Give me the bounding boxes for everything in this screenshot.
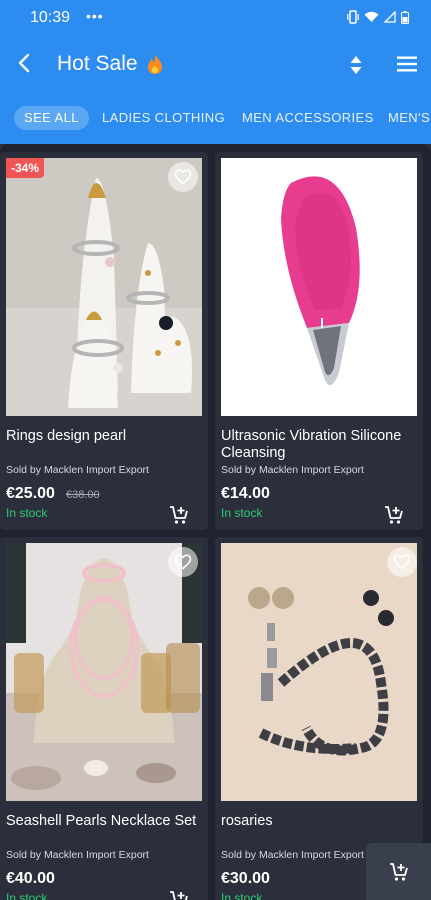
product-seller: Sold by Macklen Import Export [221,464,364,476]
product-image-rings [6,158,202,416]
status-dots: ••• [86,8,104,24]
product-image-rosaries [221,543,417,801]
product-image-necklace [6,543,202,801]
favorite-button[interactable] [168,162,198,192]
app-bar: Hot Sale [0,36,431,92]
product-price: €25.00 [6,485,55,502]
fire-icon [148,54,162,74]
cart-button[interactable] [366,843,431,900]
product-name: Rings design pearl [6,428,127,444]
product-name: Ultrasonic Vibration Silicone Cleansing [221,428,402,461]
tab-see-all[interactable]: SEE ALL [14,106,89,130]
favorite-button[interactable] [387,162,417,192]
stock-status: In stock [6,891,48,900]
product-name: rosaries [221,813,273,829]
add-to-cart-icon[interactable] [383,504,405,526]
vibrate-icon [347,10,359,24]
heart-icon [393,169,411,185]
product-grid: -34% Rings design pearl Sold by Macklen … [0,144,431,900]
tab-men-accessories[interactable]: MEN ACCESSORIES [242,106,374,130]
product-image-cleanser [221,158,417,416]
product-seller: Sold by Macklen Import Export [6,464,149,476]
add-to-cart-icon[interactable] [168,504,190,526]
heart-icon [174,554,192,570]
stock-status: In stock [6,506,48,520]
favorite-button[interactable] [168,547,198,577]
product-seller: Sold by Macklen Import Export [221,849,364,861]
status-time: 10:39 [30,9,71,26]
product-card-necklace[interactable]: Seashell Pearls Necklace Set Sold by Mac… [0,537,208,900]
category-tabs: SEE ALL LADIES CLOTHING MEN ACCESSORIES … [0,92,431,144]
heart-icon [174,169,192,185]
product-price: €30.00 [221,870,270,887]
status-bar: 10:39 ••• [0,0,431,36]
back-arrow-icon[interactable] [14,52,36,74]
wifi-icon [364,11,379,22]
product-card-rings[interactable]: -34% Rings design pearl Sold by Macklen … [0,152,208,530]
product-old-price: €38.00 [66,489,100,501]
stock-status: In stock [221,891,263,900]
page-title: Hot Sale [57,52,138,75]
product-price: €14.00 [221,485,270,502]
signal-icon [384,11,396,23]
battery-icon [401,10,409,24]
product-seller: Sold by Macklen Import Export [6,849,149,861]
cart-icon [389,862,408,881]
tab-mens[interactable]: MEN'S [388,106,430,130]
tab-ladies-clothing[interactable]: LADIES CLOTHING [102,106,225,130]
heart-icon [393,554,411,570]
sort-icon[interactable] [349,55,363,75]
product-name: Seashell Pearls Necklace Set [6,813,197,829]
product-price: €40.00 [6,870,55,887]
stock-status: In stock [221,506,263,520]
discount-badge: -34% [6,158,45,178]
product-card-cleanser[interactable]: Ultrasonic Vibration Silicone Cleansing … [215,152,423,530]
add-to-cart-icon[interactable] [168,889,190,900]
menu-icon[interactable] [396,55,418,73]
favorite-button[interactable] [387,547,417,577]
status-icons [347,10,409,24]
